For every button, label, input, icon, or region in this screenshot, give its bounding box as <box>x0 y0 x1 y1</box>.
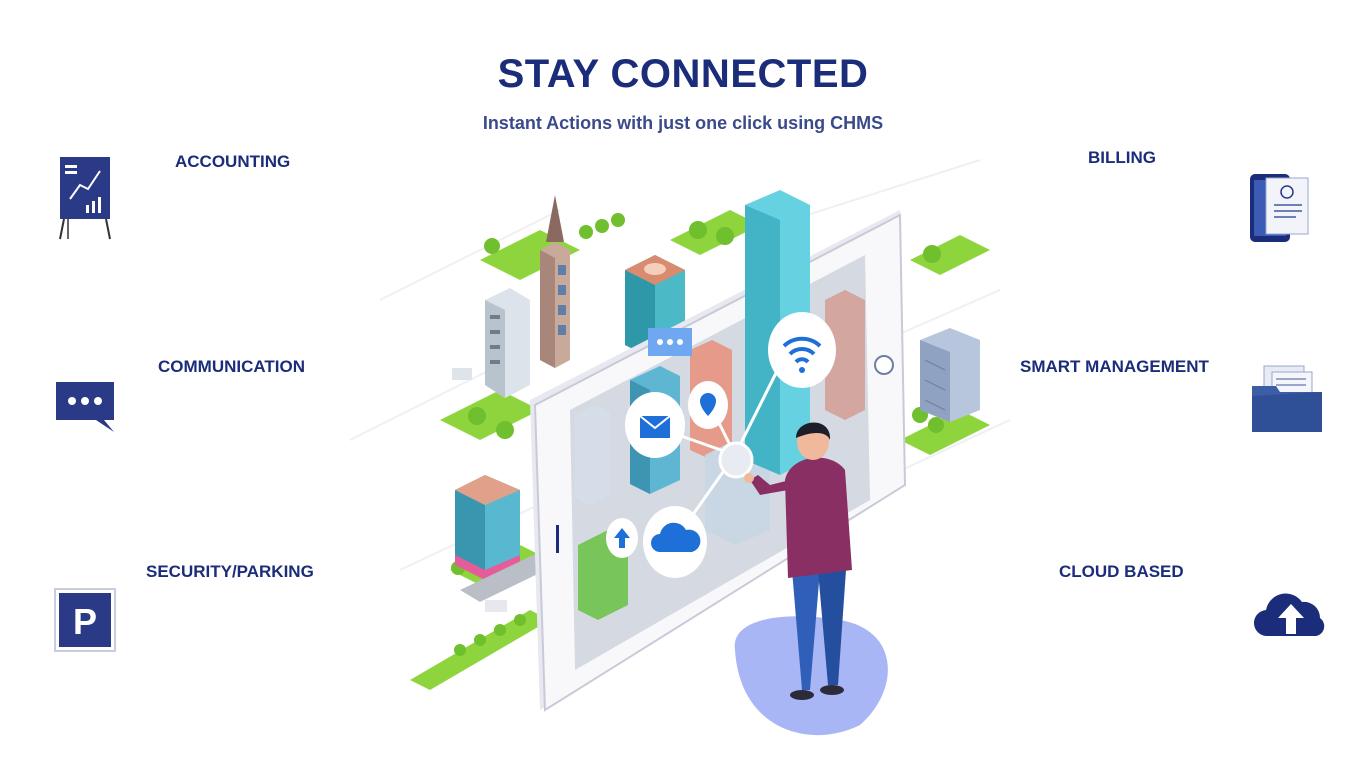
feature-label-security-parking: SECURITY/PARKING <box>146 562 314 581</box>
parking-sign-icon: P <box>54 588 116 652</box>
feature-label-communication: COMMUNICATION <box>158 357 305 376</box>
page-subtitle: Instant Actions with just one click usin… <box>482 113 884 133</box>
target-badge <box>718 441 754 479</box>
feature-label-cloud-based: CLOUD BASED <box>1059 562 1184 581</box>
parking-glyph: P <box>73 601 97 642</box>
right-buildings <box>920 328 980 422</box>
smart-city-illustration <box>349 159 1011 736</box>
chat-bubble-icon <box>56 382 114 432</box>
chart-board-icon <box>59 157 111 240</box>
page-title: STAY CONNECTED <box>497 52 869 96</box>
feature-label-accounting: ACCOUNTING <box>175 152 291 171</box>
feature-label-smart-management: SMART MANAGEMENT <box>1020 357 1209 376</box>
invoice-phone-icon <box>1250 174 1309 242</box>
folder-icon <box>1252 365 1322 432</box>
feature-label-billing: BILLING <box>1088 148 1156 167</box>
cloud-upload-icon <box>1254 593 1325 637</box>
